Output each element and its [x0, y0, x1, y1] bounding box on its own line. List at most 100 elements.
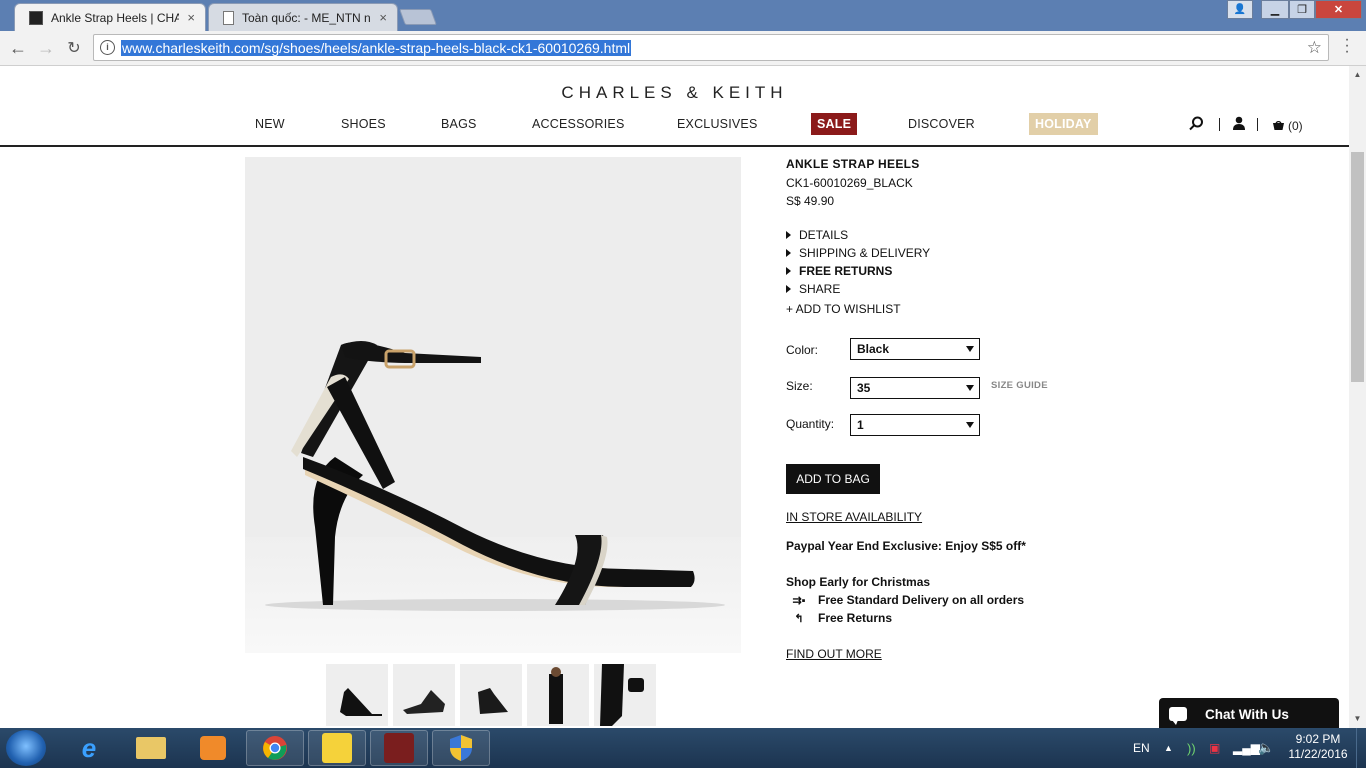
back-button[interactable]: ← [7, 37, 29, 59]
url-text[interactable]: www.charleskeith.com/sg/shoes/heels/ankl… [121, 40, 632, 56]
product-thumbnail[interactable] [460, 664, 522, 726]
nav-shoes[interactable]: SHOES [341, 117, 386, 131]
internet-explorer-taskbar-icon[interactable]: e [60, 730, 118, 766]
user-profile-button[interactable]: 👤 [1227, 0, 1253, 19]
find-out-more-link[interactable]: FIND OUT MORE [786, 647, 882, 661]
reload-button[interactable]: ↻ [63, 37, 85, 59]
free-delivery-text: Free Standard Delivery on all orders [818, 593, 1025, 607]
size-guide-link[interactable]: SIZE GUIDE [991, 380, 1048, 391]
scroll-up-arrow-icon[interactable]: ▲ [1349, 68, 1366, 82]
scroll-down-arrow-icon[interactable]: ▼ [1349, 712, 1366, 726]
tab-close-icon[interactable]: × [187, 10, 195, 25]
nav-discover[interactable]: DISCOVER [908, 117, 975, 131]
accordion-label: SHIPPING & DELIVERY [799, 246, 931, 260]
taskbar-clock[interactable]: 9:02 PM 11/22/2016 [1283, 732, 1353, 762]
windows-taskbar: e EN ▲ )) ▣ ▂▄▆ 🔈 9:02 PM 11/22/2016 [0, 728, 1366, 768]
page-scrollbar[interactable]: ▲ ▼ [1349, 66, 1366, 728]
delivery-truck-icon: ⇉▪ [792, 594, 806, 607]
app-4-taskbar-icon[interactable] [370, 730, 428, 766]
show-desktop-button[interactable] [1356, 728, 1366, 768]
chat-with-us-button[interactable]: Chat With Us [1159, 698, 1339, 728]
phonics-app-taskbar-icon[interactable] [308, 730, 366, 766]
chrome-taskbar-icon[interactable] [246, 730, 304, 766]
add-to-wishlist-link[interactable]: + ADD TO WISHLIST [786, 302, 901, 316]
accordion-free-returns[interactable]: FREE RETURNS [786, 264, 892, 278]
new-tab-button[interactable] [399, 9, 437, 25]
signal-bars-icon[interactable]: ▂▄▆ [1233, 728, 1260, 768]
site-logo[interactable]: CHARLES & KEITH [0, 83, 1349, 103]
maximize-icon: ❐ [1297, 4, 1307, 16]
accordion-shipping[interactable]: SHIPPING & DELIVERY [786, 246, 930, 260]
bookmark-star-icon[interactable]: ☆ [1307, 38, 1322, 58]
maximize-button[interactable]: ❐ [1289, 0, 1315, 19]
shop-early-heading: Shop Early for Christmas [786, 575, 931, 589]
header-divider [1257, 118, 1258, 131]
color-value: Black [857, 342, 890, 356]
close-icon: ✕ [1333, 4, 1344, 16]
accordion-label: DETAILS [799, 228, 849, 242]
forward-button[interactable]: → [35, 37, 57, 59]
cart-button[interactable]: (0) [1273, 119, 1303, 133]
accordion-details[interactable]: DETAILS [786, 228, 848, 242]
product-main-image[interactable] [245, 157, 741, 653]
search-icon[interactable] [1189, 116, 1204, 134]
charles-keith-favicon-icon [29, 10, 43, 25]
quantity-select[interactable]: 1 [850, 414, 980, 436]
add-to-bag-button[interactable]: ADD TO BAG [786, 464, 880, 494]
show-hidden-icons-icon[interactable]: ▲ [1164, 728, 1173, 768]
color-select[interactable]: Black [850, 338, 980, 360]
clock-time: 9:02 PM [1295, 732, 1341, 746]
tab-title: Ankle Strap Heels | CHAR [51, 10, 180, 25]
free-delivery-row: ⇉▪ Free Standard Delivery on all orders [786, 593, 1024, 607]
tray-app-icon[interactable]: ▣ [1209, 728, 1220, 768]
minimize-icon: ▁ [1270, 4, 1280, 16]
chat-bubble-icon [1169, 707, 1187, 725]
nav-holiday[interactable]: HOLIDAY [1029, 113, 1098, 135]
security-shield-taskbar-icon[interactable] [432, 730, 490, 766]
product-thumbnail[interactable] [326, 664, 388, 726]
product-thumbnail[interactable] [393, 664, 455, 726]
user-icon: 👤 [1233, 4, 1247, 15]
free-returns-text: Free Returns [818, 611, 893, 625]
nav-exclusives[interactable]: EXCLUSIVES [677, 117, 758, 131]
back-arrow-icon: ← [9, 37, 27, 58]
tab-close-icon[interactable]: × [379, 10, 387, 25]
address-bar[interactable]: i www.charleskeith.com/sg/shoes/heels/an… [93, 34, 1329, 61]
product-thumbnail[interactable] [527, 664, 589, 726]
close-window-button[interactable]: ✕ [1315, 0, 1362, 19]
caret-right-icon [786, 267, 791, 275]
nav-bags[interactable]: BAGS [441, 117, 477, 131]
nav-new[interactable]: NEW [255, 117, 285, 131]
tab-title: Toàn quốc: - ME_NTN nh [242, 10, 372, 25]
reload-icon: ↻ [67, 40, 81, 57]
volume-icon[interactable]: 🔈 [1258, 728, 1274, 768]
in-store-availability-link[interactable]: IN STORE AVAILABILITY [786, 510, 922, 524]
browser-toolbar: ← → ↻ i www.charleskeith.com/sg/shoes/he… [0, 31, 1366, 66]
chrome-menu-icon[interactable]: · · · [1342, 32, 1352, 60]
windows-start-button[interactable] [6, 730, 46, 766]
dropdown-caret-icon [966, 346, 974, 352]
dropdown-caret-icon [966, 422, 974, 428]
tab-toan-quoc[interactable]: Toàn quốc: - ME_NTN nh × [208, 3, 398, 31]
color-label: Color: [786, 343, 819, 357]
product-code: CK1-60010269_BLACK [786, 176, 913, 190]
network-activity-icon[interactable]: )) [1187, 728, 1196, 768]
forward-arrow-icon: → [37, 37, 55, 58]
scrollbar-thumb[interactable] [1351, 152, 1364, 382]
account-icon[interactable] [1232, 116, 1246, 133]
nav-accessories[interactable]: ACCESSORIES [532, 117, 625, 131]
paypal-promo: Paypal Year End Exclusive: Enjoy S$5 off… [786, 539, 1026, 553]
dropdown-caret-icon [966, 385, 974, 391]
minimize-button[interactable]: ▁ [1261, 0, 1289, 19]
language-indicator[interactable]: EN [1133, 728, 1150, 768]
product-thumbnail[interactable] [594, 664, 656, 726]
quantity-value: 1 [857, 418, 864, 432]
info-icon[interactable]: i [100, 40, 115, 55]
size-select[interactable]: 35 [850, 377, 980, 399]
file-explorer-taskbar-icon[interactable] [122, 730, 180, 766]
accordion-share[interactable]: SHARE [786, 282, 840, 296]
nav-sale[interactable]: SALE [811, 113, 858, 135]
tab-ankle-strap-heels[interactable]: Ankle Strap Heels | CHAR × [14, 3, 206, 31]
media-player-taskbar-icon[interactable] [184, 730, 242, 766]
product-price: S$ 49.90 [786, 194, 835, 208]
